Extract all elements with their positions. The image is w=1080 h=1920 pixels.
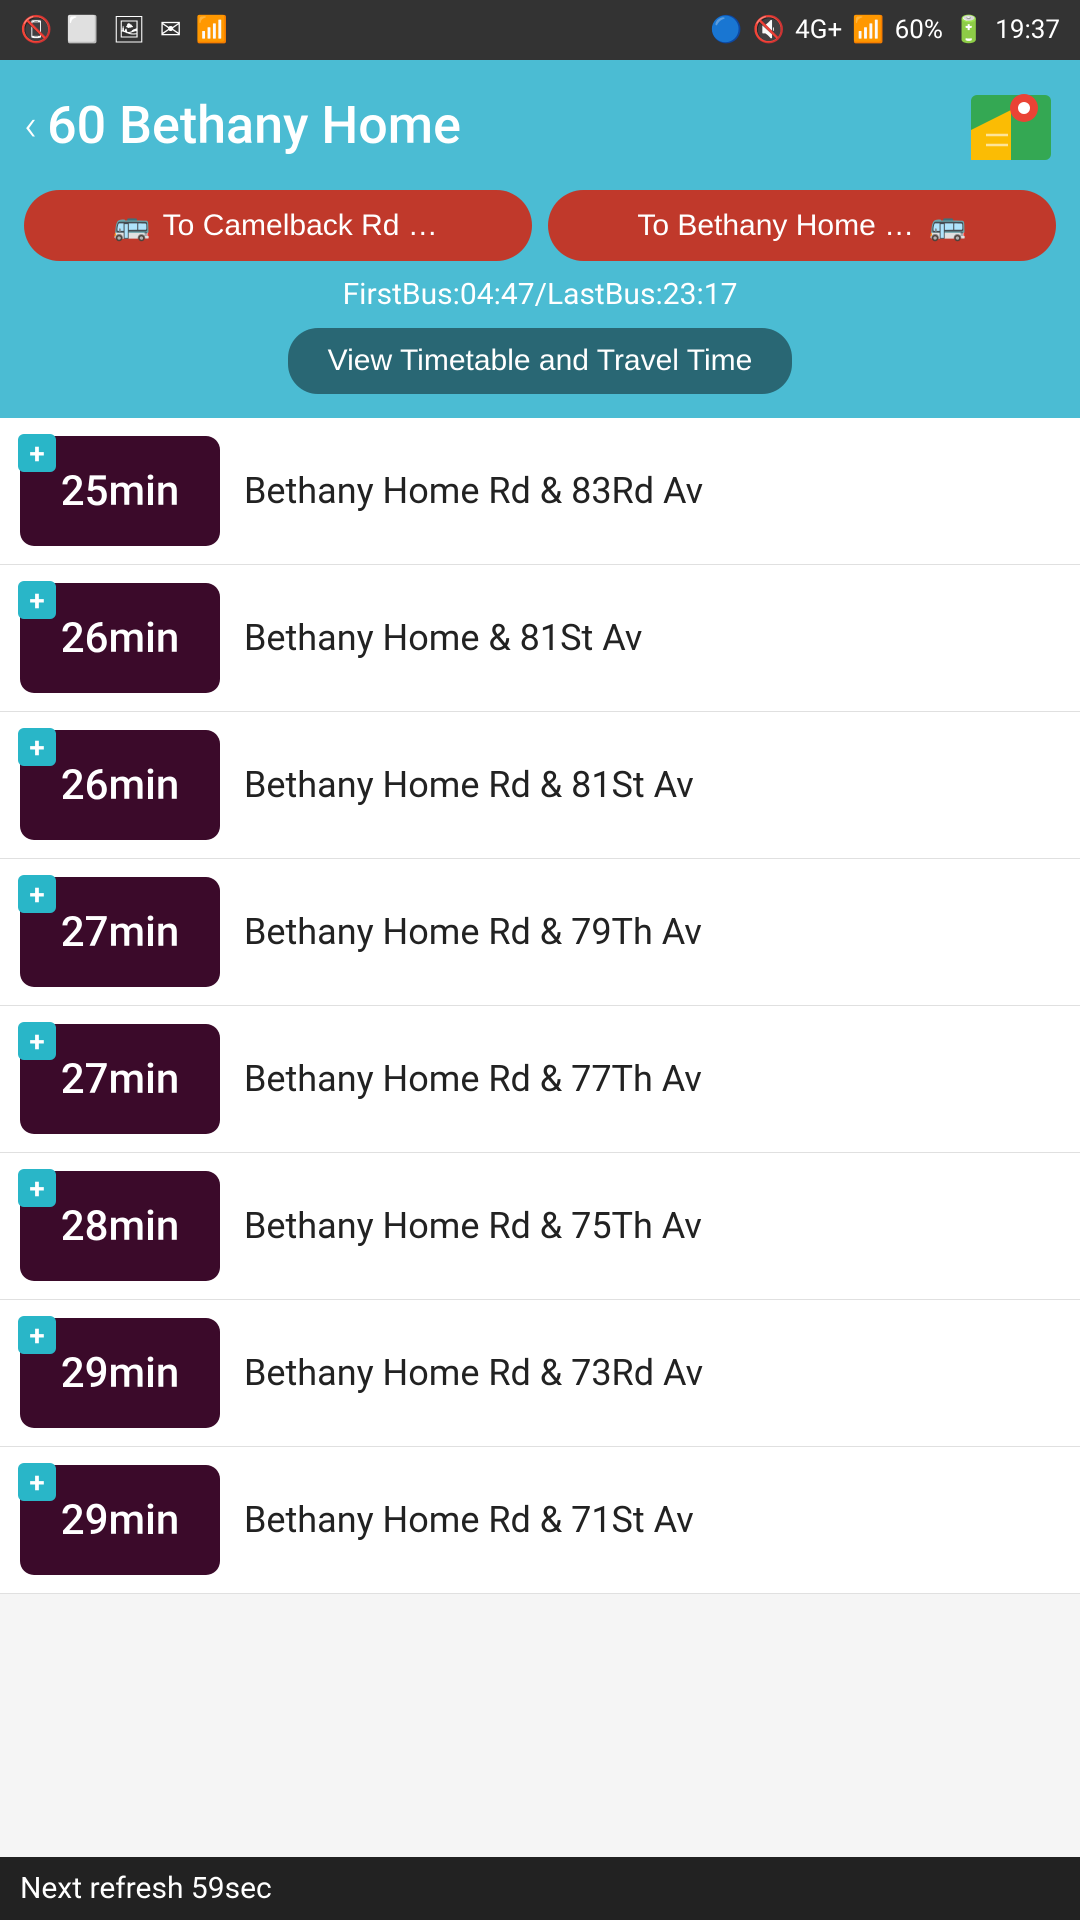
time-badge-wrapper: + 29min bbox=[20, 1318, 220, 1428]
direction-btn-bethany[interactable]: To Bethany Home Rd ... 🚌 bbox=[548, 190, 1056, 261]
direction-label-camelback: To Camelback Rd & 2... bbox=[163, 209, 443, 243]
time-badge-wrapper: + 26min bbox=[20, 730, 220, 840]
back-button[interactable]: ‹ bbox=[24, 99, 37, 151]
list-item[interactable]: + 26min Bethany Home & 81St Av bbox=[0, 565, 1080, 712]
header: ‹ 60 Bethany Home 🚌 To Camelback bbox=[0, 60, 1080, 418]
stop-name: Bethany Home & 81St Av bbox=[244, 617, 1060, 659]
time-label: 26min bbox=[61, 761, 179, 810]
stop-name: Bethany Home Rd & 81St Av bbox=[244, 764, 1060, 806]
time-label: 27min bbox=[61, 1055, 179, 1104]
time-badge-wrapper: + 28min bbox=[20, 1171, 220, 1281]
time-badge-wrapper: + 29min bbox=[20, 1465, 220, 1575]
plus-icon[interactable]: + bbox=[18, 1169, 56, 1207]
time-label: 27min bbox=[61, 908, 179, 957]
list-item[interactable]: + 27min Bethany Home Rd & 79Th Av bbox=[0, 859, 1080, 1006]
page-title: 60 Bethany Home bbox=[47, 95, 461, 156]
plus-icon[interactable]: + bbox=[18, 1022, 56, 1060]
direction-buttons: 🚌 To Camelback Rd & 2... To Bethany Home… bbox=[24, 190, 1056, 261]
status-bar-right: 🔵 🔇 4G+ 📶 60% 🔋 19:37 bbox=[710, 15, 1060, 45]
time-label: 26min bbox=[61, 614, 179, 663]
list-item[interactable]: + 27min Bethany Home Rd & 77Th Av bbox=[0, 1006, 1080, 1153]
refresh-text: Next refresh 59sec bbox=[20, 1871, 272, 1906]
direction-btn-camelback[interactable]: 🚌 To Camelback Rd & 2... bbox=[24, 190, 532, 261]
time-label: 28min bbox=[61, 1202, 179, 1251]
list-item[interactable]: + 29min Bethany Home Rd & 71St Av bbox=[0, 1447, 1080, 1594]
time-badge-wrapper: + 27min bbox=[20, 1024, 220, 1134]
network-icon: 4G+ bbox=[795, 15, 842, 45]
bus-icon-right: 🚌 bbox=[929, 208, 966, 243]
list-item[interactable]: + 26min Bethany Home Rd & 81St Av bbox=[0, 712, 1080, 859]
time-badge-wrapper: + 25min bbox=[20, 436, 220, 546]
plus-icon[interactable]: + bbox=[18, 581, 56, 619]
stop-name: Bethany Home Rd & 73Rd Av bbox=[244, 1352, 1060, 1394]
wifi-icon: 📶 bbox=[196, 15, 228, 45]
time-label: 29min bbox=[61, 1496, 179, 1545]
time-label: 25min bbox=[61, 467, 179, 516]
battery-icon: 🔋 bbox=[953, 15, 985, 45]
plus-icon[interactable]: + bbox=[18, 875, 56, 913]
list-item[interactable]: + 25min Bethany Home Rd & 83Rd Av bbox=[0, 418, 1080, 565]
schedule-info: FirstBus:04:47/LastBus:23:17 bbox=[24, 277, 1056, 312]
list-item[interactable]: + 28min Bethany Home Rd & 75Th Av bbox=[0, 1153, 1080, 1300]
direction-label-bethany: To Bethany Home Rd ... bbox=[637, 209, 917, 243]
image-icon: 🖼 bbox=[113, 15, 146, 45]
signal-bars: 📶 bbox=[852, 15, 884, 45]
stop-name: Bethany Home Rd & 71St Av bbox=[244, 1499, 1060, 1541]
footer: Next refresh 59sec bbox=[0, 1857, 1080, 1920]
header-title-row: ‹ 60 Bethany Home bbox=[24, 80, 1056, 170]
stop-name: Bethany Home Rd & 75Th Av bbox=[244, 1205, 1060, 1247]
time-badge-wrapper: + 26min bbox=[20, 583, 220, 693]
map-icon[interactable] bbox=[966, 80, 1056, 170]
plus-icon[interactable]: + bbox=[18, 434, 56, 472]
bus-list: + 25min Bethany Home Rd & 83Rd Av + 26mi… bbox=[0, 418, 1080, 1594]
time-label: 29min bbox=[61, 1349, 179, 1398]
clock: 19:37 bbox=[995, 15, 1060, 45]
phone-icon: 📵 bbox=[20, 15, 52, 45]
status-bar-left: 📵 ⬜ 🖼 ✉ 📶 bbox=[20, 15, 228, 45]
bluetooth-icon: 🔵 bbox=[710, 15, 742, 45]
stop-name: Bethany Home Rd & 79Th Av bbox=[244, 911, 1060, 953]
mail-icon: ✉ bbox=[160, 15, 182, 45]
header-title-left: ‹ 60 Bethany Home bbox=[24, 95, 461, 156]
plus-icon[interactable]: + bbox=[18, 1463, 56, 1501]
stop-name: Bethany Home Rd & 83Rd Av bbox=[244, 470, 1060, 512]
battery-label: 60% bbox=[895, 15, 943, 45]
plus-icon[interactable]: + bbox=[18, 728, 56, 766]
stop-name: Bethany Home Rd & 77Th Av bbox=[244, 1058, 1060, 1100]
list-item[interactable]: + 29min Bethany Home Rd & 73Rd Av bbox=[0, 1300, 1080, 1447]
mute-icon: 🔇 bbox=[753, 15, 785, 45]
status-bar: 📵 ⬜ 🖼 ✉ 📶 🔵 🔇 4G+ 📶 60% 🔋 19:37 bbox=[0, 0, 1080, 60]
bus-icon-left: 🚌 bbox=[113, 208, 150, 243]
time-badge-wrapper: + 27min bbox=[20, 877, 220, 987]
timetable-button[interactable]: View Timetable and Travel Time bbox=[288, 328, 793, 394]
plus-icon[interactable]: + bbox=[18, 1316, 56, 1354]
line-icon: ⬜ bbox=[66, 15, 98, 45]
